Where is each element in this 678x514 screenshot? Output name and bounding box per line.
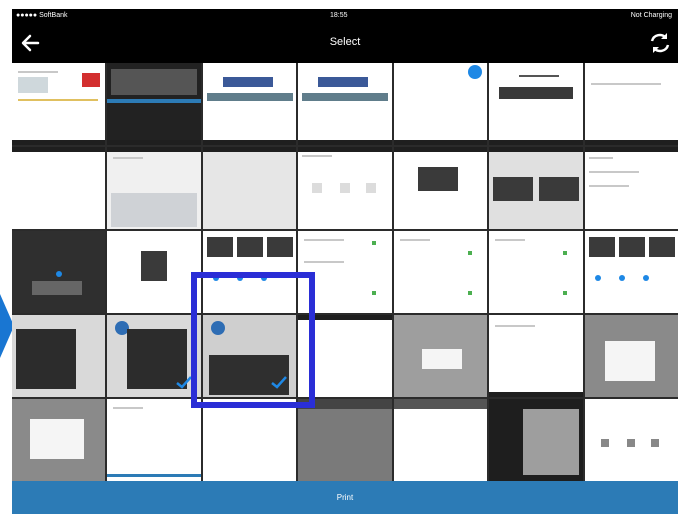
photo-thumbnail-selected[interactable] bbox=[202, 315, 297, 397]
photo-thumbnail[interactable] bbox=[298, 399, 392, 481]
photo-thumbnail[interactable] bbox=[584, 231, 678, 313]
checkmark-icon bbox=[176, 376, 192, 389]
carrier-label: ●●●●● SoftBank bbox=[16, 12, 68, 19]
page-title: Select bbox=[329, 36, 361, 48]
navigation-bar: Select bbox=[12, 23, 678, 63]
photo-thumbnail[interactable] bbox=[584, 399, 678, 481]
refresh-button[interactable] bbox=[646, 29, 674, 57]
photo-thumbnail[interactable] bbox=[393, 231, 488, 313]
photo-thumbnail[interactable] bbox=[489, 231, 583, 313]
checkmark-icon bbox=[271, 376, 288, 389]
photo-thumbnail[interactable] bbox=[584, 315, 678, 397]
photo-thumbnail[interactable] bbox=[298, 147, 392, 229]
photo-thumbnail[interactable] bbox=[298, 63, 392, 145]
photo-thumbnail[interactable] bbox=[584, 63, 678, 145]
photo-thumbnail[interactable] bbox=[107, 399, 201, 481]
ipad-screen: ●●●●● SoftBank 18:55 Not Charging Select bbox=[12, 9, 678, 514]
photo-thumbnail[interactable] bbox=[12, 147, 106, 229]
battery-status: Not Charging bbox=[630, 12, 672, 19]
selection-order-badge bbox=[210, 321, 225, 335]
photo-thumbnail[interactable] bbox=[298, 231, 392, 313]
photo-thumbnail[interactable] bbox=[12, 63, 106, 145]
photo-thumbnail[interactable] bbox=[393, 315, 488, 397]
status-bar: ●●●●● SoftBank 18:55 Not Charging bbox=[12, 9, 678, 23]
photo-thumbnail[interactable] bbox=[489, 315, 583, 397]
photo-thumbnail[interactable] bbox=[202, 231, 297, 313]
photo-thumbnail[interactable] bbox=[107, 63, 201, 145]
photo-thumbnail[interactable] bbox=[489, 63, 583, 145]
photo-thumbnail[interactable] bbox=[489, 147, 583, 229]
photo-thumbnail[interactable] bbox=[298, 315, 392, 397]
photo-thumbnail[interactable] bbox=[12, 399, 106, 481]
print-button[interactable]: Print bbox=[12, 481, 678, 514]
photo-thumbnail[interactable] bbox=[107, 231, 201, 313]
photo-thumbnail[interactable] bbox=[202, 147, 297, 229]
photo-thumbnail[interactable] bbox=[107, 315, 201, 397]
photo-thumbnail[interactable] bbox=[489, 399, 583, 481]
refresh-icon bbox=[650, 33, 670, 53]
photo-thumbnail[interactable] bbox=[393, 147, 488, 229]
photo-thumbnail[interactable] bbox=[12, 315, 106, 397]
photo-thumbnail[interactable] bbox=[202, 399, 297, 481]
photo-grid bbox=[12, 63, 678, 481]
clock: 18:55 bbox=[330, 12, 348, 19]
print-button-label: Print bbox=[336, 493, 354, 502]
photo-thumbnail[interactable] bbox=[393, 399, 488, 481]
photo-thumbnail[interactable] bbox=[584, 147, 678, 229]
photo-thumbnail[interactable] bbox=[202, 63, 297, 145]
photo-thumbnail[interactable] bbox=[393, 63, 488, 145]
photo-thumbnail[interactable] bbox=[12, 231, 106, 313]
photo-thumbnail[interactable] bbox=[107, 147, 201, 229]
